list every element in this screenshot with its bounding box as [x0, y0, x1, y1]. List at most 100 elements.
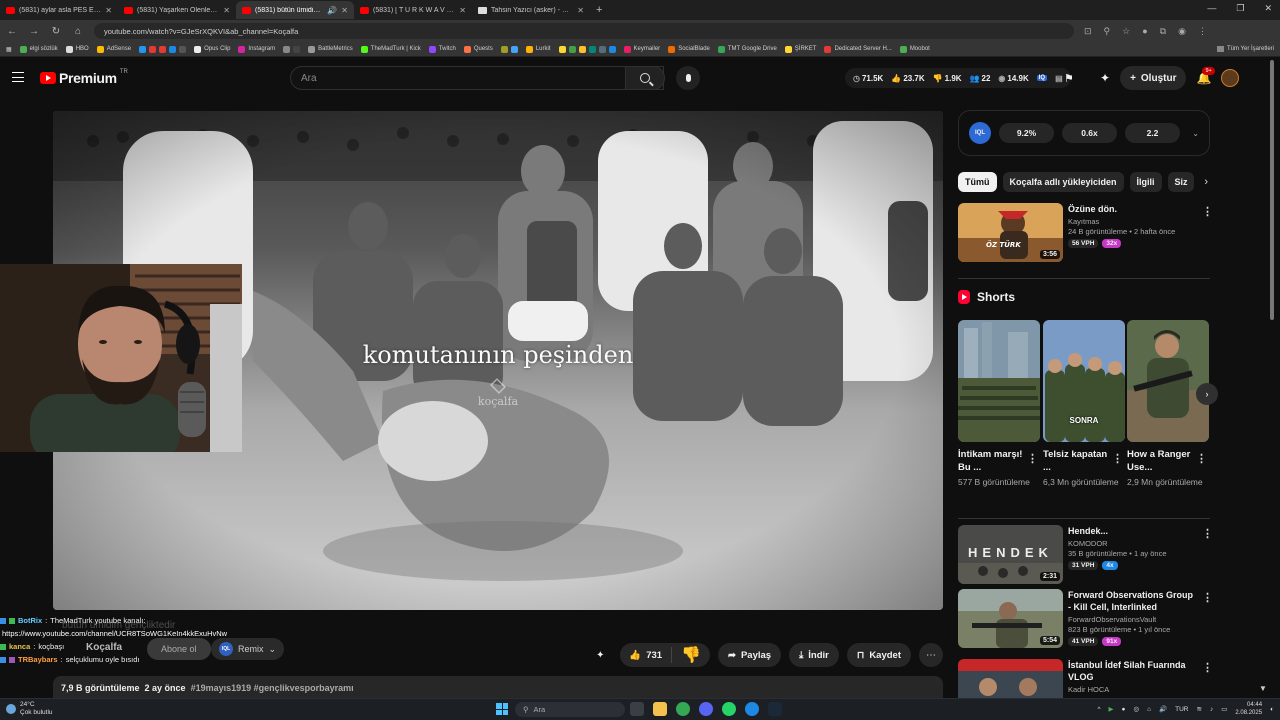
bookmark[interactable]: AdSense	[96, 45, 131, 53]
video-title[interactable]: Forward Observations Group - Kill Cell, …	[1068, 589, 1196, 613]
more-options-icon[interactable]: ⋮	[1202, 205, 1213, 218]
scroll-down-arrow-icon[interactable]: ▼	[1259, 684, 1269, 694]
bookmark-icon[interactable]	[500, 45, 508, 53]
network-icon[interactable]: ⌂	[1147, 706, 1151, 713]
notifications-button[interactable]: 🔔 9+	[1196, 67, 1215, 85]
windows-start-icon[interactable]	[496, 703, 508, 715]
bookmark-icon[interactable]	[149, 45, 157, 53]
bookmark[interactable]: Instagram	[238, 45, 275, 53]
short-item[interactable]: SONRA Telsiz kapatan ... 6,3 Mn görüntül…	[1043, 320, 1125, 488]
extension-icon[interactable]: ●	[1142, 26, 1147, 37]
tray-app-icon[interactable]: ▶	[1109, 705, 1114, 713]
chip-from-uploader[interactable]: Koçalfa adlı yükleyiciden	[1002, 172, 1124, 192]
bookmark-icon[interactable]	[179, 45, 187, 53]
menu-dots-icon[interactable]: ⋮	[1198, 26, 1207, 37]
video-thumbnail[interactable]	[958, 659, 1063, 698]
bookmark-icon[interactable]	[159, 45, 167, 53]
more-options-icon[interactable]: ⋮	[1202, 527, 1213, 540]
bookmark[interactable]: BattleMetrics	[308, 45, 353, 53]
browser-tab[interactable]: Tahsin Yazıcı (asker) - Vikipedi✕	[472, 1, 590, 19]
close-icon[interactable]: ✕	[577, 6, 584, 15]
video-channel[interactable]: Kayıtmas	[1068, 217, 1196, 226]
notification-center-icon[interactable]: ◐	[1270, 706, 1274, 713]
short-item[interactable]: How a Ranger Use... 2,9 Mn görüntüleme ⋮	[1127, 320, 1209, 488]
bookmark-icon[interactable]	[608, 45, 616, 53]
clock[interactable]: 04:44 2.08.2025	[1235, 701, 1262, 717]
home-icon[interactable]: ⌂	[72, 26, 84, 37]
close-icon[interactable]: ✕	[459, 6, 466, 15]
save-button[interactable]: ⊓ Kaydet	[846, 643, 911, 667]
minimize-icon[interactable]: —	[1207, 3, 1216, 14]
x-icon[interactable]	[283, 45, 291, 53]
close-icon[interactable]: ✕	[341, 6, 348, 15]
bookmark[interactable]: Keymailer	[623, 45, 660, 53]
language-indicator[interactable]: TUR	[1175, 706, 1188, 713]
video-channel[interactable]: KOMODOR	[1068, 539, 1196, 548]
bookmark[interactable]: TheMadTurk | Kick	[360, 45, 421, 53]
channel-name[interactable]: Koçalfa	[86, 642, 122, 653]
short-item[interactable]: İntikam marşı! Bu ... 577 B görüntüleme …	[958, 320, 1040, 488]
related-video[interactable]: İstanbul İdef Silah Fuarında VLOG Kadir …	[958, 659, 1218, 698]
video-channel[interactable]: ForwardObservationsVault	[1068, 615, 1196, 624]
video-title[interactable]: Özüne dön.	[1068, 203, 1196, 215]
headset-icon[interactable]: ◎	[1133, 705, 1139, 713]
tray-chevron-icon[interactable]: ^	[1097, 706, 1100, 713]
vidiq-icon[interactable]: IQL	[969, 122, 991, 144]
star-icon[interactable]: ☆	[1122, 26, 1130, 37]
short-thumbnail[interactable]	[958, 320, 1040, 442]
more-actions-button[interactable]: ⋯	[919, 643, 943, 667]
chip-for-you[interactable]: Siz	[1167, 172, 1194, 192]
chrome-icon[interactable]	[676, 702, 690, 716]
chevron-down-icon[interactable]: ⌄	[1192, 129, 1199, 138]
bookmark[interactable]: elgi sözlük	[19, 45, 58, 53]
all-bookmarks[interactable]: Tüm Yer İşaretleri	[1216, 46, 1274, 52]
bookmark[interactable]: SocialBlade	[668, 45, 710, 53]
create-button[interactable]: + Oluştur	[1120, 66, 1187, 90]
remix-button[interactable]: IQL Remix ⌄	[211, 638, 285, 660]
url-field[interactable]: youtube.com/watch?v=GJeSrXQKVI&ab_channe…	[94, 23, 1074, 39]
profile-icon[interactable]: ◉	[1178, 26, 1186, 37]
more-options-icon[interactable]: ⋮	[1196, 452, 1207, 465]
like-button[interactable]: 👍 731	[620, 647, 673, 663]
account-avatar[interactable]	[1221, 69, 1240, 87]
browser-tab[interactable]: (5831) aylar asla PES ETMEZ! ✕	[0, 1, 118, 19]
browser-tab[interactable]: (5831) Yaşarken Ölenler İçin - Y ✕	[118, 1, 236, 19]
more-options-icon[interactable]: ⋮	[1112, 452, 1123, 465]
related-video[interactable]: 5:54 Forward Observations Group - Kill C…	[958, 589, 1218, 649]
hashtags[interactable]: #19mayıs1919 #gençlikvesporbayramı	[191, 683, 354, 693]
browser-tab-active[interactable]: (5831) bütün ümidim genç 🔊 ✕	[236, 1, 354, 19]
close-window-icon[interactable]: ✕	[1264, 3, 1272, 14]
video-channel[interactable]: Kadir HOCA	[1068, 685, 1196, 694]
chevron-right-icon[interactable]: ›	[1204, 176, 1208, 188]
shorts-next-button[interactable]: ›	[1196, 383, 1218, 405]
bookmark-icon[interactable]	[293, 45, 301, 53]
app-icon[interactable]	[745, 702, 759, 716]
short-thumbnail[interactable]	[1127, 320, 1209, 442]
menu-icon[interactable]	[12, 72, 24, 82]
close-icon[interactable]: ✕	[105, 6, 112, 15]
discord-icon[interactable]	[699, 702, 713, 716]
short-title[interactable]: İntikam marşı! Bu ...	[958, 448, 1024, 474]
bookmark[interactable]: Lurkit	[525, 45, 551, 53]
related-video[interactable]: HENDEK 2:31 Hendek... KOMODOR 35 B görün…	[958, 525, 1218, 585]
bookmark[interactable]: Dedicated Server H...	[824, 45, 892, 53]
volume-icon[interactable]: 🔊	[1159, 705, 1167, 713]
search-button[interactable]	[625, 66, 665, 90]
short-thumbnail[interactable]: SONRA	[1043, 320, 1125, 442]
bookmark-icon[interactable]	[510, 45, 518, 53]
page-scrollbar[interactable]	[1270, 60, 1274, 320]
channel-watermark[interactable]: koçalfa	[453, 378, 543, 408]
vidiq-icon[interactable]: IQ	[1036, 75, 1048, 81]
achievements-icon[interactable]: ⚑	[1064, 72, 1074, 85]
video-thumbnail[interactable]: ÖZ TÜRK 3:56	[958, 203, 1063, 262]
close-icon[interactable]: ✕	[223, 6, 230, 15]
chip-related[interactable]: İlgili	[1129, 172, 1162, 192]
short-title[interactable]: Telsiz kapatan ...	[1043, 448, 1109, 474]
bookmark[interactable]: Twitch	[428, 45, 456, 53]
steam-icon[interactable]	[768, 702, 782, 716]
video-thumbnail[interactable]: 5:54	[958, 589, 1063, 648]
video-title[interactable]: Hendek...	[1068, 525, 1196, 537]
new-tab-button[interactable]: +	[590, 4, 608, 16]
extensions-puzzle-icon[interactable]: ⧉	[1160, 26, 1166, 37]
bookmark-icon[interactable]	[578, 45, 586, 53]
